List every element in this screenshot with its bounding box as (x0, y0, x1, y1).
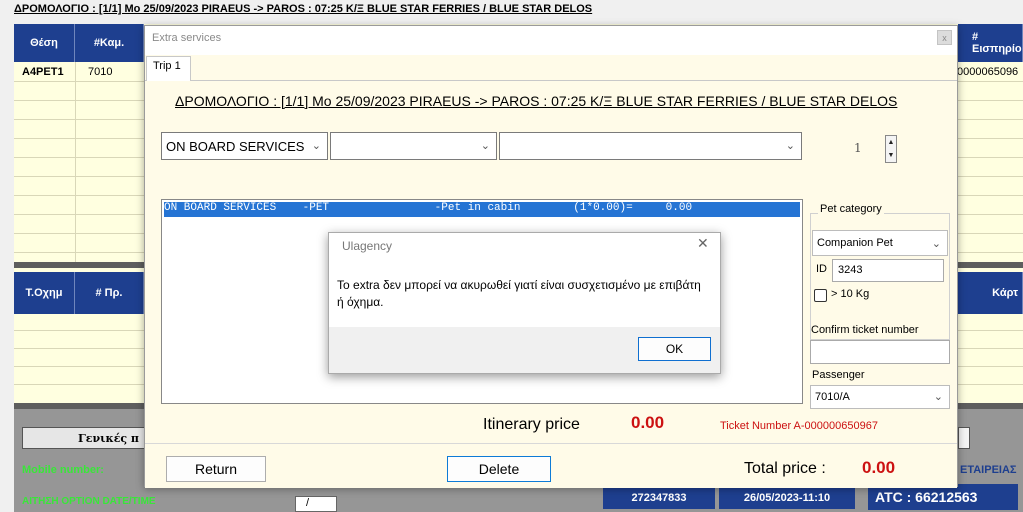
pet-category-select[interactable]: Companion Pet ⌄ (812, 230, 948, 256)
over-10kg-label: > 10 Kg (831, 288, 870, 300)
route-header: ΔΡΟΜΟΛΟΓΙΟ : [1/1] Mo 25/09/2023 PIRAEUS… (14, 3, 593, 15)
list-item[interactable]: ON BOARD SERVICES -PET -Pet in cabin (1*… (164, 202, 800, 217)
service-subtype-select[interactable]: ⌄ (330, 132, 497, 160)
passenger-label: Passenger (812, 369, 865, 381)
date-box: 26/05/2023-11:10 (719, 487, 855, 509)
seat-cell[interactable]: A4PET1 (22, 66, 64, 78)
cabin-cell[interactable]: 7010 (88, 66, 112, 78)
mobile-number-label: Mobile number: (22, 464, 104, 476)
stepper-down-icon[interactable]: ▼ (886, 149, 896, 162)
seat-column-header[interactable]: Θέση (14, 24, 75, 62)
dialog-titlebar[interactable]: Extra services x (145, 26, 957, 53)
service-item-select[interactable]: ⌄ (499, 132, 802, 160)
pet-category-label: Pet category (818, 203, 884, 215)
card-column-header[interactable]: Κάρτ (958, 272, 1023, 314)
code-box: 272347833 (603, 487, 715, 509)
quantity-value[interactable]: 1 (840, 135, 888, 165)
itinerary-price-label: Itinerary price (483, 416, 580, 433)
message-box-body: Ulagency ✕ Το extra δεν μπορεί να ακυρωθ… (329, 233, 720, 327)
pet-id-input[interactable]: 3243 (832, 259, 944, 282)
error-message-box: Ulagency ✕ Το extra δεν μπορεί να ακυρωθ… (328, 232, 721, 374)
tab-trip-1[interactable]: Trip 1 (146, 56, 191, 82)
service-type-select[interactable]: ON BOARD SERVICES ⌄ (161, 132, 328, 160)
chevron-down-icon: ⌄ (311, 140, 321, 152)
grid-column-divider (75, 62, 76, 262)
total-price-value: 0.00 (862, 458, 896, 477)
receipt-cell[interactable]: 0000065096 (957, 66, 1018, 78)
ok-button[interactable]: OK (638, 337, 711, 361)
pet-category-value: Companion Pet (817, 237, 893, 249)
right-info-box (958, 427, 970, 449)
close-icon[interactable]: ✕ (697, 235, 709, 252)
tab-strip: Trip 1 (145, 55, 957, 82)
option-date-label: ΑΙΤΗΣΗ OPTION DATE/TIME (22, 496, 156, 507)
return-button[interactable]: Return (166, 456, 266, 482)
stepper-up-icon[interactable]: ▲ (886, 136, 896, 149)
chevron-down-icon: ⌄ (480, 140, 490, 152)
quantity-stepper[interactable]: ▲ ▼ (885, 135, 897, 163)
chevron-down-icon: ⌄ (931, 238, 941, 250)
confirm-ticket-input[interactable] (810, 340, 950, 364)
route-title: ΔΡΟΜΟΛΟΓΙΟ : [1/1] Mo 25/09/2023 PIRAEUS… (175, 93, 898, 109)
cabin-column-header[interactable]: #Καμ. (75, 24, 144, 62)
delete-button[interactable]: Delete (447, 456, 551, 482)
passenger-value: 7010/A (815, 391, 850, 403)
passenger-select[interactable]: 7010/A ⌄ (810, 385, 950, 409)
option-date-field[interactable]: / (295, 496, 337, 512)
service-type-value: ON BOARD SERVICES (166, 138, 305, 154)
chevron-down-icon: ⌄ (933, 391, 943, 403)
company-label: ΕΤΑΙΡΕΙΑΣ (960, 464, 1017, 476)
dialog-close-icon[interactable]: x (937, 30, 952, 45)
receipt-column-header[interactable]: # Εισπηρίο (958, 24, 1023, 62)
itinerary-price-value: 0.00 (631, 413, 665, 432)
chevron-down-icon: ⌄ (785, 140, 795, 152)
message-box-title: Ulagency (342, 239, 393, 253)
dialog-title: Extra services (152, 32, 222, 44)
over-10kg-checkbox[interactable] (814, 289, 827, 302)
dialog-footer: Return Delete Total price : 0.00 (145, 443, 957, 488)
total-price-label: Total price : (744, 460, 826, 477)
quantity-text: 1 (854, 141, 862, 155)
pet-id-label: ID (816, 263, 827, 275)
confirm-ticket-label: Confirm ticket number (811, 324, 919, 336)
message-text: Το extra δεν μπορεί να ακυρωθεί γιατί εί… (337, 278, 701, 309)
vehicle-column-header[interactable]: Τ.Οχημ (14, 272, 75, 314)
general-info-box: Γενικές π (22, 427, 152, 449)
ticket-number: Ticket Number A-000000650967 (720, 420, 878, 432)
pr-column-header[interactable]: # Πρ. (75, 272, 144, 314)
